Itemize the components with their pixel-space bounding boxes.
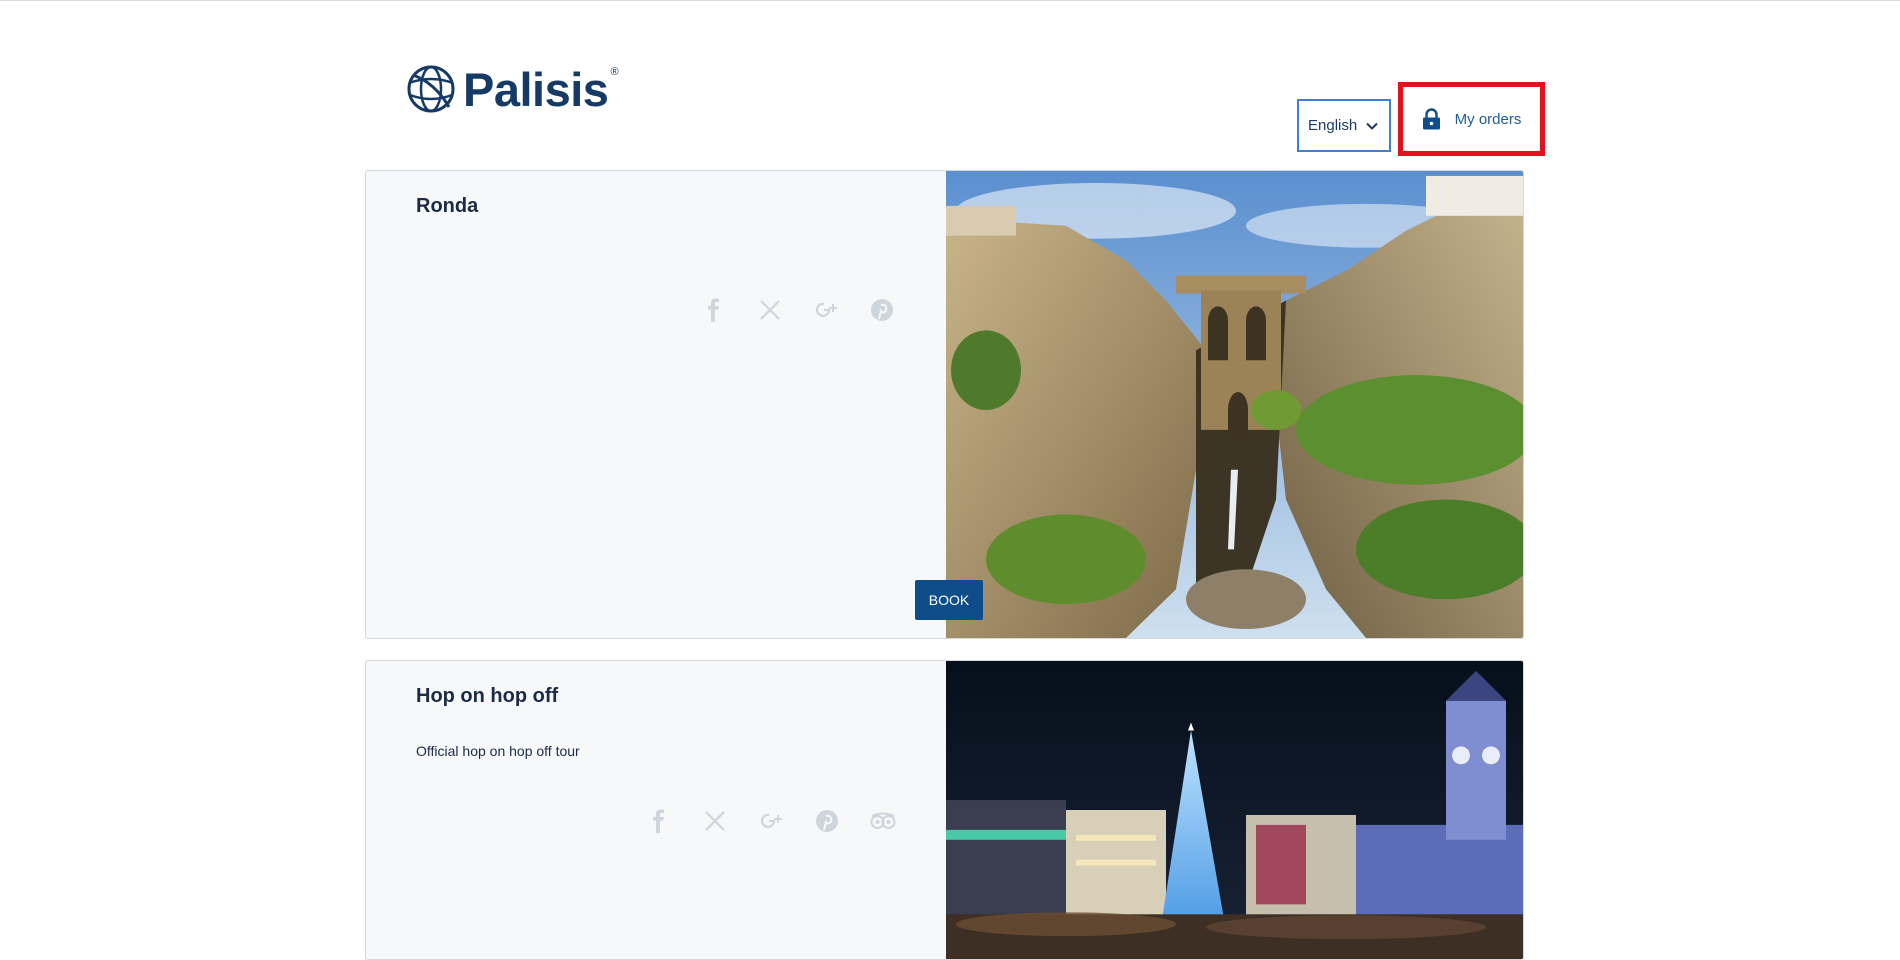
google-plus-icon[interactable] [811,295,841,325]
lock-icon [1422,108,1440,130]
ronda-photo [946,171,1523,638]
tour-info-panel: Ronda [366,171,946,638]
google-plus-icon[interactable] [756,806,786,836]
globe-icon [407,65,455,113]
x-icon[interactable] [755,295,785,325]
tour-title: Ronda [416,195,479,217]
facebook-icon[interactable] [644,806,674,836]
facebook-icon[interactable] [699,295,729,325]
chevron-down-icon [1366,122,1378,130]
tour-title: Hop on hop off [416,685,559,707]
language-select[interactable]: English [1297,99,1391,152]
tour-card-ronda: Ronda BOOK [365,170,1524,639]
tripadvisor-icon[interactable] [868,806,898,836]
tour-description: Official hop on hop off tour [416,743,580,759]
my-orders-button[interactable]: My orders [1398,82,1545,156]
logo-text: Palisis [463,62,609,116]
pinterest-icon[interactable] [867,295,897,325]
top-divider [0,0,1900,1]
tour-card-hop-on-hop-off: Hop on hop off Official hop on hop off t… [365,660,1524,960]
hop-on-hop-off-tour-image[interactable] [946,661,1523,959]
x-icon[interactable] [700,806,730,836]
pinterest-icon[interactable] [812,806,842,836]
palisis-logo[interactable]: Palisis ® [405,62,619,116]
social-share-bar [644,806,898,836]
social-share-bar [699,295,897,325]
logo-registered-mark: ® [610,66,619,78]
ronda-tour-image[interactable] [946,171,1523,638]
book-button[interactable]: BOOK [915,580,983,620]
madrid-night-photo [946,661,1523,959]
my-orders-label: My orders [1454,110,1522,128]
tour-info-panel: Hop on hop off Official hop on hop off t… [366,661,946,959]
language-selected-value: English [1308,117,1358,134]
